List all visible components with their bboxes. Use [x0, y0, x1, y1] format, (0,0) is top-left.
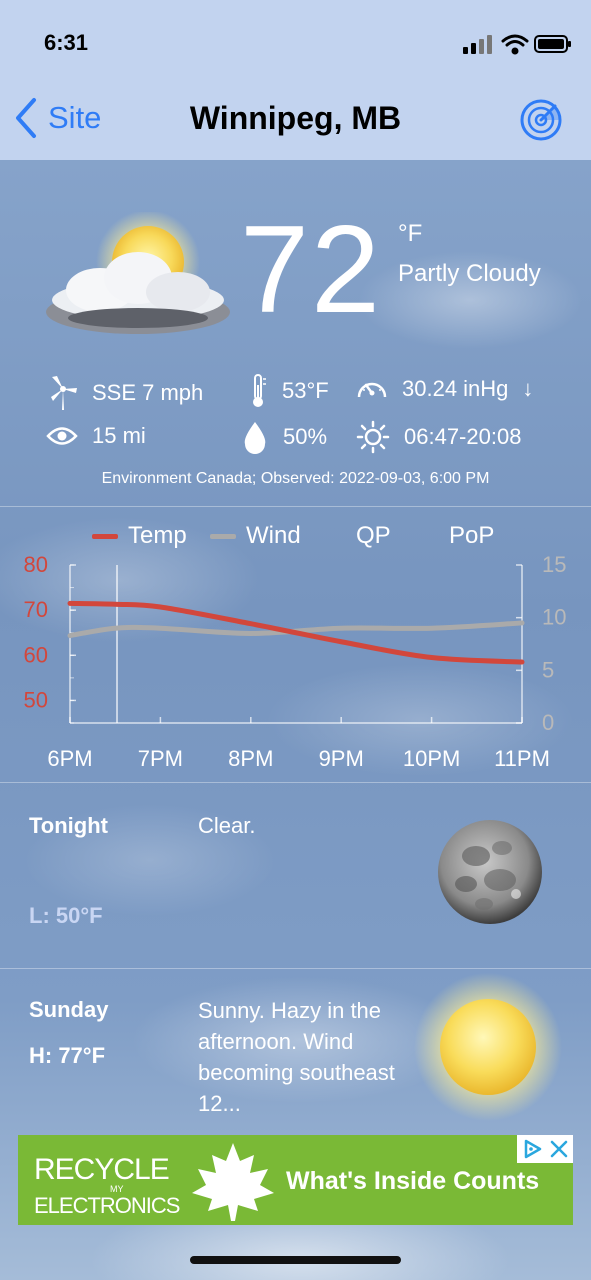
- moon-icon: [438, 820, 542, 924]
- legend-temp-swatch: [92, 533, 118, 539]
- legend-pop-label: PoP: [449, 522, 495, 549]
- feels-like-value: 53°F: [282, 378, 329, 403]
- legend-temp[interactable]: Temp: [92, 522, 187, 550]
- pressure-stat: 30.24 inHg ↓: [356, 373, 533, 405]
- water-drop-icon: [244, 422, 266, 454]
- legend-qp[interactable]: QP: [356, 522, 391, 550]
- legend-wind[interactable]: Wind: [210, 522, 301, 550]
- feels-like-stat: 53°F: [248, 373, 329, 409]
- temp-series-line: [67, 600, 525, 665]
- legend-wind-swatch: [210, 533, 236, 539]
- forecast-period-tonight: Tonight: [29, 813, 108, 838]
- humidity-value: 50%: [283, 424, 328, 449]
- back-button[interactable]: Site: [14, 96, 101, 140]
- forecast-text-sunday: Sunny. Hazy in the afternoon. Wind becom…: [198, 998, 395, 1116]
- legend-qp-label: QP: [356, 522, 391, 549]
- current-temperature: 72: [240, 201, 382, 339]
- forecast-period-sunday: Sunday: [29, 997, 109, 1022]
- forecast-temp-sunday: H: 77°F: [29, 1043, 106, 1068]
- y-left-tick-label: 50: [24, 687, 48, 712]
- chevron-left-icon: [16, 98, 36, 138]
- observation-source: Environment Canada; Observed: 2022-09-03…: [101, 470, 490, 487]
- x-tick-label: 10PM: [403, 746, 460, 771]
- sunrise-sunset-stat: 06:47-20:08: [356, 420, 521, 454]
- legend-pop[interactable]: PoP: [449, 522, 494, 550]
- wifi-icon: [501, 34, 529, 55]
- divider: [0, 782, 591, 783]
- x-tick-label: 8PM: [228, 746, 273, 771]
- ad-brand-line1: RECYCLE: [34, 1153, 170, 1186]
- y-right-tick-label: 0: [542, 710, 554, 735]
- sun-outline-icon: [356, 420, 390, 454]
- gauge-icon: [357, 382, 387, 398]
- sun-icon: [414, 973, 562, 1121]
- y-right-tick-label: 15: [542, 552, 566, 577]
- temperature-unit: °F: [398, 220, 423, 247]
- ad-banner[interactable]: RECYCLE MY ELECTRONICS What's Inside Cou…: [18, 1135, 573, 1225]
- divider: [0, 968, 591, 969]
- hourly-chart: 807060501510506PM 7PM 8PM 9PM 10PM 11PM: [24, 552, 567, 771]
- y-left-tick-label: 70: [24, 597, 48, 622]
- sun-times-value: 06:47-20:08: [404, 424, 522, 449]
- ad-choices-icon[interactable]: [523, 1139, 543, 1159]
- visibility-stat: 15 mi: [46, 423, 146, 449]
- y-right-tick-label: 5: [542, 657, 554, 682]
- y-right-tick-label: 10: [542, 605, 566, 630]
- visibility-value: 15 mi: [92, 423, 146, 448]
- back-label: Site: [48, 100, 102, 135]
- cellular-signal-icon: [463, 35, 492, 54]
- partly-cloudy-icon: [46, 212, 230, 334]
- battery-icon: [534, 35, 571, 53]
- top-bar: 6:31 Site Winnipeg, MB: [0, 0, 591, 160]
- humidity-stat: 50%: [241, 420, 327, 454]
- pressure-trend-icon: ↓: [522, 376, 534, 401]
- y-left-tick-label: 80: [24, 552, 48, 577]
- status-icons: [463, 34, 571, 55]
- status-time: 6:31: [44, 30, 89, 55]
- x-tick-label: 7PM: [138, 746, 183, 771]
- wind-stat: SSE 7 mph: [48, 375, 203, 411]
- ad-close[interactable]: [517, 1135, 573, 1163]
- eye-icon: [46, 427, 78, 445]
- ad-tagline: What's Inside Counts: [286, 1167, 540, 1195]
- radar-icon[interactable]: [519, 98, 563, 142]
- wind-value: SSE 7 mph: [92, 380, 204, 405]
- current-condition: Partly Cloudy: [398, 260, 541, 287]
- x-tick-label: 9PM: [319, 746, 364, 771]
- home-indicator: [190, 1256, 401, 1264]
- y-left-tick-label: 60: [24, 642, 48, 667]
- legend-wind-label: Wind: [246, 522, 301, 549]
- maple-leaf-icon: [192, 1143, 274, 1221]
- x-tick-label: 6PM: [47, 746, 92, 771]
- forecast-text-tonight: Clear.: [198, 813, 256, 838]
- wind-turbine-icon: [51, 376, 77, 410]
- thermometer-icon: [253, 374, 266, 407]
- divider: [0, 506, 591, 507]
- legend-temp-label: Temp: [128, 522, 187, 549]
- forecast-temp-tonight: L: 50°F: [29, 903, 103, 928]
- pressure-value: 30.24 inHg: [402, 376, 509, 401]
- x-tick-label: 11PM: [494, 746, 550, 771]
- ad-brand-line2: ELECTRONICS: [34, 1193, 180, 1218]
- close-icon[interactable]: [549, 1139, 569, 1159]
